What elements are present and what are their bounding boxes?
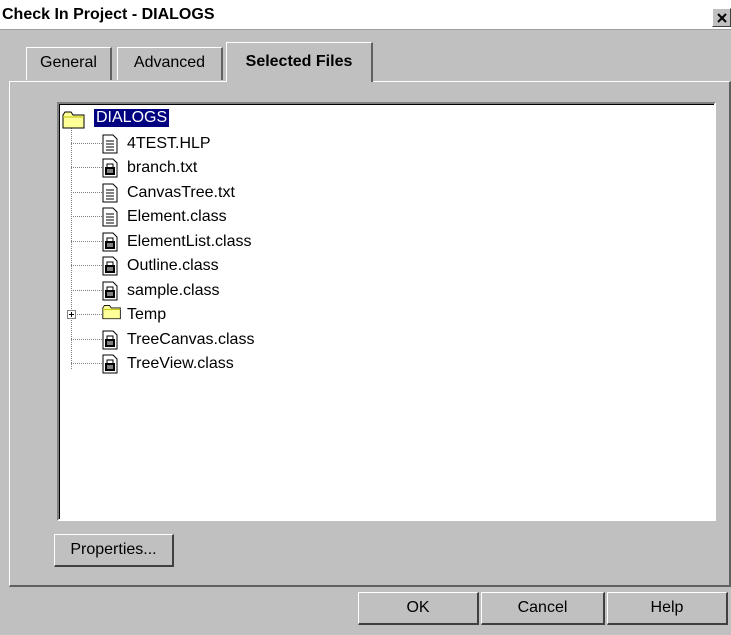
- tree-connector: [71, 241, 102, 242]
- tree-item-label: Outline.class: [127, 257, 219, 274]
- help-button-label: Help: [650, 599, 684, 616]
- check-in-project-dialog: Check In Project - DIALOGS General Advan…: [0, 0, 731, 635]
- locked-document-icon: [102, 354, 118, 374]
- tree-connector: [71, 192, 102, 193]
- folder-icon: [62, 111, 85, 129]
- document-icon: [102, 183, 118, 203]
- folder-icon: [102, 305, 121, 320]
- tree-item-label: branch.txt: [127, 159, 198, 176]
- locked-document-icon: [102, 256, 118, 276]
- tree-item-label: TreeView.class: [127, 355, 234, 372]
- tab-general[interactable]: General: [26, 47, 112, 80]
- properties-button[interactable]: Properties...: [54, 534, 174, 567]
- tree-connector: [71, 290, 102, 291]
- tree-item-label: 4TEST.HLP: [127, 135, 211, 152]
- tree-connector: [71, 339, 102, 340]
- document-icon: [102, 134, 118, 154]
- help-button[interactable]: Help: [607, 592, 728, 625]
- tree-connector: [71, 143, 102, 144]
- cancel-button[interactable]: Cancel: [481, 592, 605, 625]
- close-button[interactable]: [712, 8, 731, 27]
- tree-root-label: DIALOGS: [94, 109, 170, 127]
- tree-item-label: Temp: [127, 306, 167, 323]
- ok-button-label: OK: [406, 599, 430, 616]
- tree-item-label: sample.class: [127, 282, 220, 299]
- tree-item-label: CanvasTree.txt: [127, 184, 235, 201]
- locked-document-icon: [102, 281, 118, 301]
- file-tree[interactable]: DIALOGS 4TEST.HLP branch.txt CanvasTree.…: [57, 102, 716, 521]
- tab-general-label: General: [40, 54, 97, 71]
- tab-selected-files-label: Selected Files: [245, 53, 353, 70]
- close-icon: [717, 13, 727, 23]
- cancel-button-label: Cancel: [517, 599, 568, 616]
- properties-button-label: Properties...: [70, 541, 157, 558]
- tree-connector: [71, 265, 102, 266]
- tree-connector: [71, 128, 72, 369]
- tree-connector: [71, 216, 102, 217]
- tab-advanced-label: Advanced: [133, 54, 206, 71]
- tab-selected-files[interactable]: Selected Files: [226, 42, 373, 82]
- locked-document-icon: [102, 158, 118, 178]
- ok-button[interactable]: OK: [358, 592, 479, 625]
- tree-item-label: Element.class: [127, 208, 227, 225]
- title-bar[interactable]: Check In Project - DIALOGS: [0, 0, 731, 30]
- locked-document-icon: [102, 232, 118, 252]
- locked-document-icon: [102, 330, 118, 350]
- tab-advanced[interactable]: Advanced: [117, 47, 223, 80]
- tree-connector: [71, 363, 102, 364]
- tree-item-label: ElementList.class: [127, 233, 252, 250]
- tree-item-label: TreeCanvas.class: [127, 331, 255, 348]
- tree-connector: [71, 167, 102, 168]
- expand-plus-icon[interactable]: [67, 310, 76, 319]
- dialog-title: Check In Project - DIALOGS: [2, 6, 215, 23]
- document-icon: [102, 207, 118, 227]
